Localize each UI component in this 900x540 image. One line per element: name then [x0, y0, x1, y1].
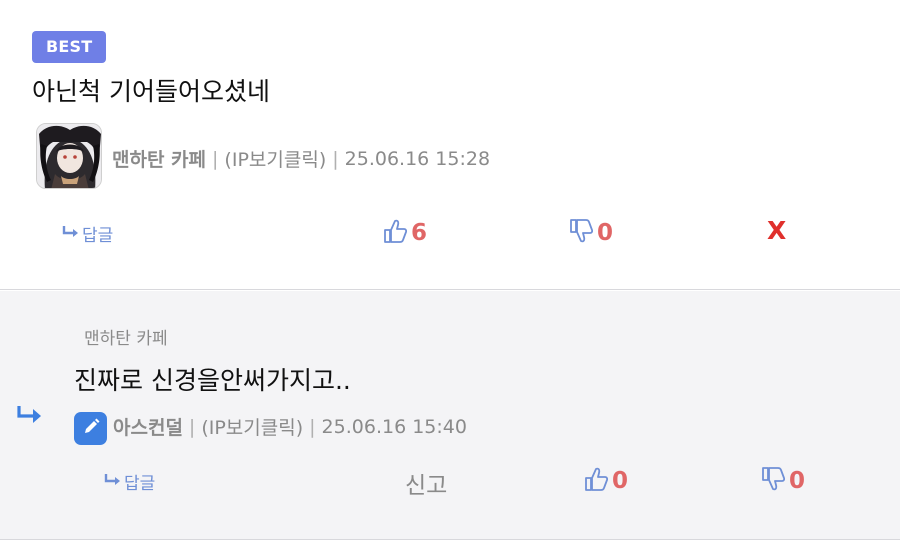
avatar-image — [37, 124, 101, 188]
reply-text: 진짜로 신경을안써가지고.. — [74, 366, 351, 395]
author-name[interactable]: 맨하탄 카페 — [112, 145, 206, 172]
reply-label: 답글 — [82, 226, 114, 246]
author-name[interactable]: 아스컨덜 — [113, 413, 183, 440]
reply-comment: 맨하탄 카페 진짜로 신경을안써가지고.. 아스컨덜 | (IP보기클릭) | … — [0, 291, 900, 540]
downvote-count: 0 — [789, 468, 806, 494]
reply-button[interactable]: 답글 — [62, 221, 113, 246]
thumbs-up-icon — [383, 218, 408, 248]
pencil-icon — [81, 417, 101, 441]
reply-label: 답글 — [124, 474, 156, 494]
meta-separator: | — [212, 147, 219, 170]
thumbs-up-icon — [584, 466, 609, 496]
thumbs-down-icon — [761, 466, 786, 496]
downvote-button[interactable]: 0 — [569, 218, 613, 248]
meta-separator: | — [188, 415, 196, 438]
avatar[interactable] — [36, 123, 102, 189]
meta-separator: | — [309, 415, 316, 438]
thumbs-down-icon — [569, 218, 594, 248]
downvote-count: 0 — [597, 220, 614, 246]
upvote-button[interactable]: 0 — [584, 466, 628, 496]
comment-meta: 맨하탄 카페 | (IP보기클릭) | 25.06.16 15:28 — [112, 145, 490, 172]
reply-meta: 아스컨덜 | (IP보기클릭) | 25.06.16 15:40 — [113, 413, 467, 440]
upvote-button[interactable]: 6 — [383, 218, 427, 248]
downvote-button[interactable]: 0 — [761, 466, 805, 496]
reply-button[interactable]: 답글 — [104, 469, 155, 494]
ip-view-link[interactable]: (IP보기클릭) — [201, 413, 303, 440]
upvote-count: 0 — [612, 468, 629, 494]
reply-indicator-icon — [16, 404, 44, 430]
ip-view-link[interactable]: (IP보기클릭) — [224, 145, 326, 172]
reply-arrow-icon — [62, 224, 80, 243]
timestamp: 25.06.16 15:40 — [321, 415, 467, 438]
timestamp: 25.06.16 15:28 — [344, 147, 491, 170]
best-comment: BEST 아닌척 기어들어오셨네 맨하탄 카페 | (IP보기클릭) | 25.… — [0, 0, 900, 290]
delete-button[interactable]: X — [767, 216, 786, 245]
meta-separator: | — [332, 147, 339, 170]
best-badge: BEST — [32, 31, 107, 63]
comment-text: 아닌척 기어들어오셨네 — [32, 77, 270, 106]
report-button[interactable]: 신고 — [405, 466, 447, 500]
upvote-count: 6 — [411, 220, 428, 246]
reply-target-name: 맨하탄 카페 — [84, 329, 168, 349]
avatar[interactable] — [74, 412, 107, 445]
reply-arrow-icon — [104, 472, 122, 491]
